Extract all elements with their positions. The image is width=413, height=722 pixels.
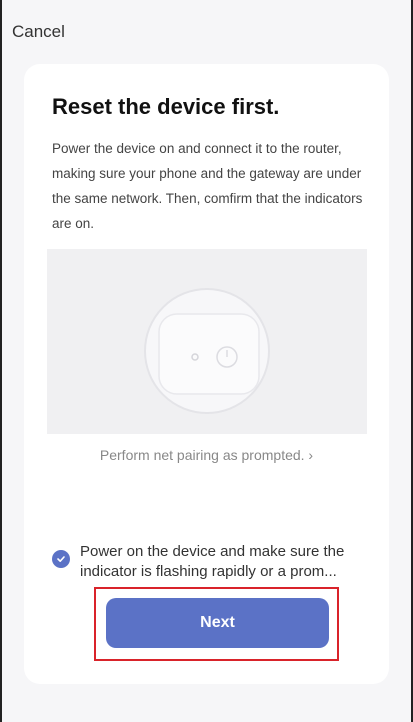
confirm-indicator-row[interactable]: Power on the device and make sure the in…	[52, 542, 372, 582]
device-illustration	[47, 249, 367, 434]
instruction-text: Power the device on and connect it to th…	[52, 141, 363, 231]
next-button-highlight: Next	[94, 587, 339, 661]
next-button[interactable]: Next	[106, 598, 329, 648]
net-pairing-link[interactable]: Perform net pairing as prompted. ›	[24, 447, 389, 463]
check-icon	[57, 556, 65, 562]
cancel-button[interactable]: Cancel	[12, 22, 65, 42]
device-power-icon	[47, 249, 367, 434]
instruction-card: Reset the device first. Power the device…	[24, 64, 389, 684]
top-bar: Cancel	[2, 0, 411, 56]
page-title: Reset the device first.	[52, 94, 280, 119]
confirm-indicator-text: Power on the device and make sure the in…	[80, 543, 345, 580]
checkbox-checked[interactable]	[52, 550, 70, 568]
reset-device-screen: Cancel Reset the device first. Power the…	[0, 0, 413, 722]
